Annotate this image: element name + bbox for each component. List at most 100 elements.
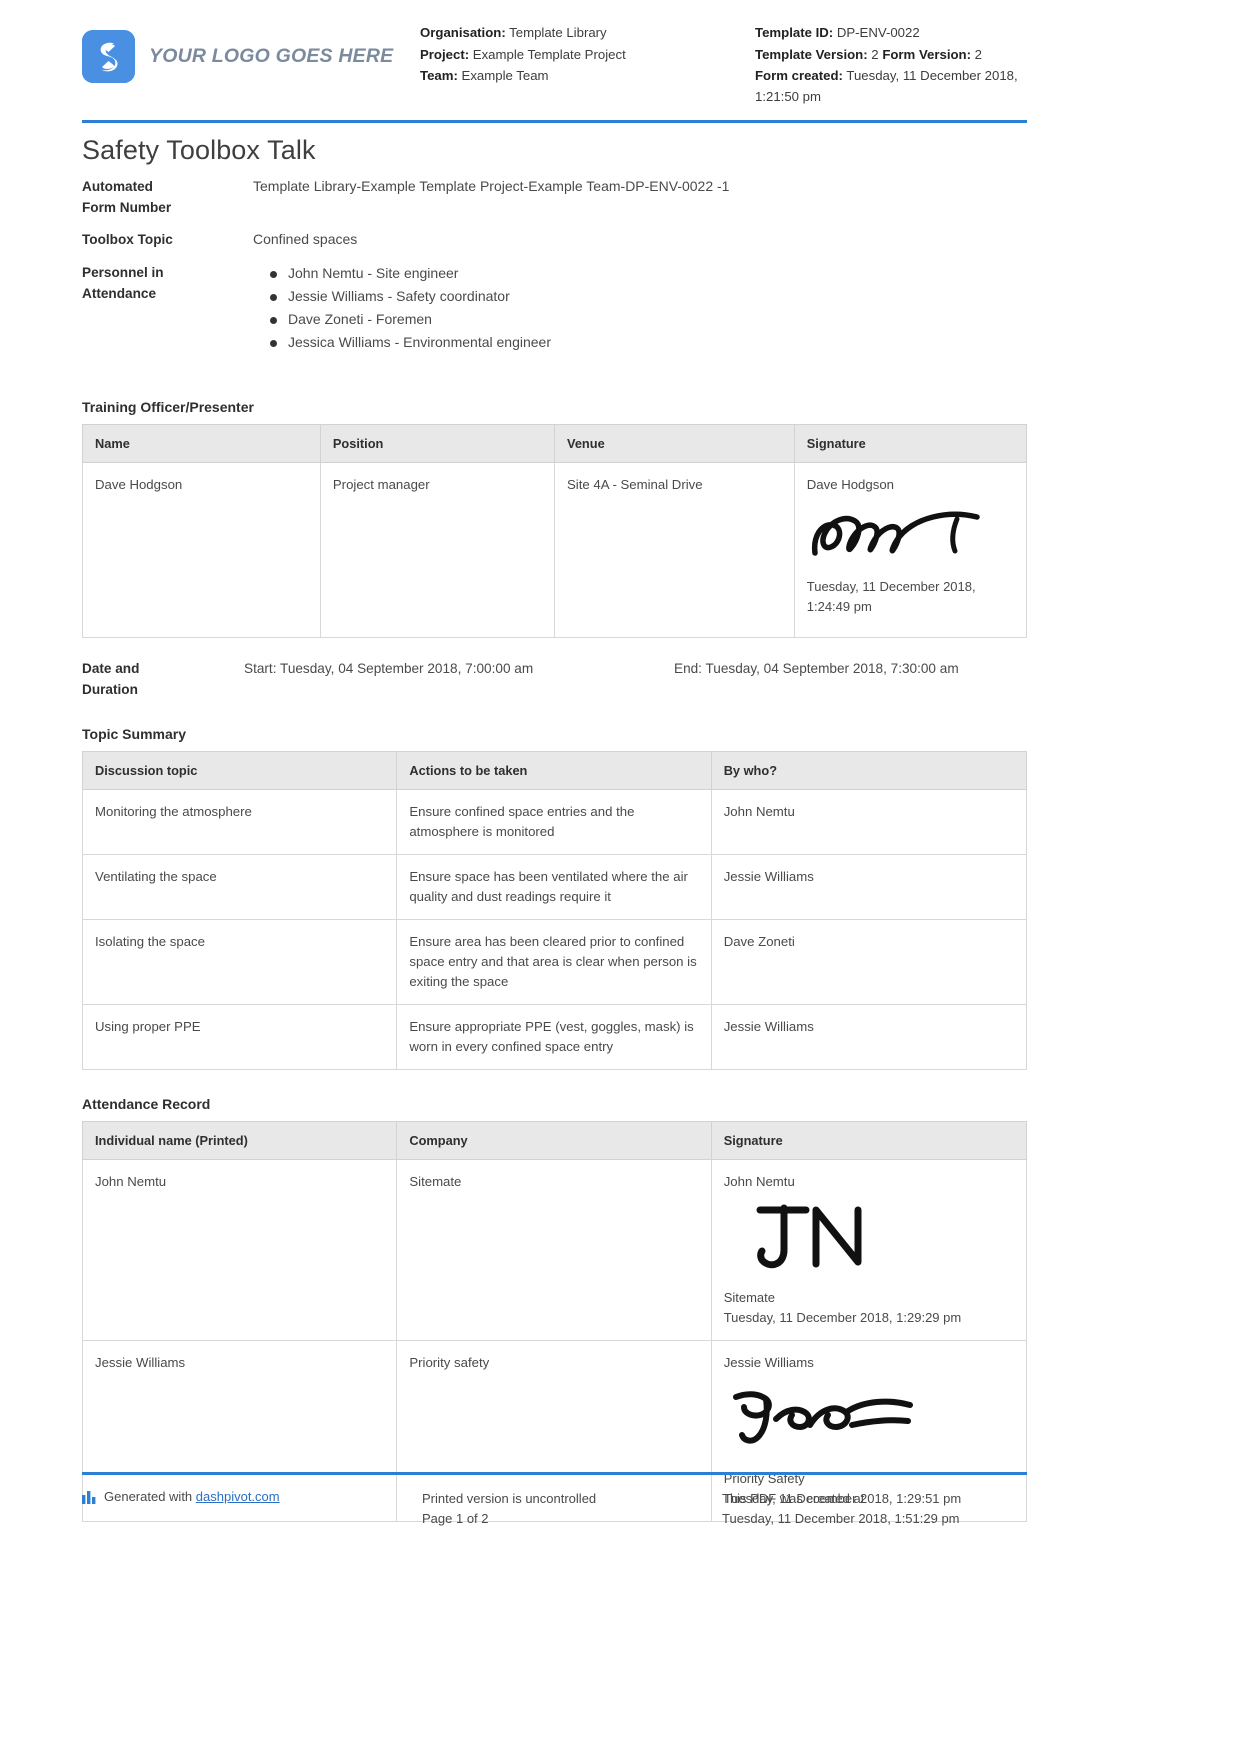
cell-action: Ensure area has been cleared prior to co… — [396, 918, 712, 1005]
table-row: Monitoring the atmosphere Ensure confine… — [81, 788, 1028, 855]
s-mark-logo-icon — [82, 30, 135, 83]
page-title: Safety Toolbox Talk — [82, 134, 316, 165]
column-header-individual-name: Individual name (Printed) — [81, 1120, 398, 1160]
footer-uncontrolled-text: Printed version is uncontrolled — [422, 1491, 597, 1506]
duration-label-line1: Date and — [82, 660, 140, 676]
project-label: Project: — [420, 46, 470, 62]
signature-name: John Nemtu — [723, 1173, 795, 1189]
cell-by-who: Dave Zoneti — [710, 918, 1028, 1005]
header-meta-left: Organisation: Template Library Project: … — [420, 22, 755, 87]
field-automated-form-number: Automated Form Number Template Library-E… — [82, 176, 1027, 218]
cell-discussion-topic: Using proper PPE — [81, 1003, 398, 1070]
column-header-venue: Venue — [553, 423, 795, 463]
cell-action: Ensure space has been ventilated where t… — [396, 853, 712, 920]
column-header-name: Name — [82, 423, 321, 463]
cell-discussion-topic: Monitoring the atmosphere — [81, 788, 398, 855]
column-header-discussion-topic: Discussion topic — [81, 750, 398, 790]
footer-created-label: This PDF was created at — [722, 1491, 865, 1506]
form-number-value: Template Library-Example Template Projec… — [253, 177, 730, 194]
logo-text: YOUR LOGO GOES HERE — [149, 45, 394, 67]
table-row: Ventilating the space Ensure space has b… — [81, 853, 1028, 920]
footer-generated-with: Generated with dashpivot.com — [82, 1489, 422, 1529]
organisation-value: Template Library — [509, 25, 607, 40]
team-value: Example Team — [461, 68, 549, 83]
signature-drawing — [724, 1198, 1014, 1278]
toolbox-topic-label: Toolbox Topic — [82, 231, 173, 247]
cell-by-who: Jessie Williams — [710, 853, 1028, 920]
table-header-row: Individual name (Printed) Company Signat… — [81, 1120, 1028, 1160]
form-created-time: 1:21:50 pm — [755, 88, 821, 104]
cell-position: Project manager — [319, 461, 555, 638]
signature-time: 1:24:49 pm — [806, 598, 872, 614]
team-line: Team: Example Team — [420, 65, 755, 87]
template-version-label: Template Version: — [755, 46, 868, 62]
cell-name: Dave Hodgson — [82, 461, 321, 638]
logo-block: YOUR LOGO GOES HERE — [82, 22, 420, 83]
signature-datetime: Tuesday, 11 December 2018, 1:29:29 pm — [723, 1309, 962, 1325]
cell-discussion-topic: Isolating the space — [81, 918, 398, 1005]
template-version-value: 2 — [871, 46, 879, 62]
personnel-list: John Nemtu - Site engineer Jessie Willia… — [250, 262, 1027, 354]
list-item: Jessie Williams - Safety coordinator — [270, 285, 1027, 308]
attendance-record-table: Individual name (Printed) Company Signat… — [81, 1120, 1028, 1522]
footer-created-info: This PDF was created at Tuesday, 11 Dece… — [722, 1489, 1027, 1529]
column-header-company: Company — [396, 1120, 712, 1160]
cell-by-who: Jessie Williams — [710, 1003, 1028, 1070]
table-header-row: Name Position Venue Signature — [82, 423, 1028, 463]
header-meta-right: Template ID: DP-ENV-0022 Template Versio… — [755, 22, 1027, 106]
dashpivot-link[interactable]: dashpivot.com — [196, 1489, 280, 1504]
team-label: Team: — [420, 68, 458, 83]
table-row: Dave Hodgson Project manager Site 4A - S… — [82, 461, 1028, 638]
field-toolbox-topic: Toolbox Topic Confined spaces — [82, 229, 1027, 250]
list-item: Dave Zoneti - Foremen — [270, 308, 1027, 331]
table-row: Using proper PPE Ensure appropriate PPE … — [81, 1003, 1028, 1070]
form-version-value: 2 — [974, 46, 982, 62]
project-line: Project: Example Template Project — [420, 44, 755, 66]
signature-drawing — [724, 1379, 1014, 1459]
column-header-signature: Signature — [793, 423, 1028, 463]
cell-action: Ensure confined space entries and the at… — [396, 788, 712, 855]
table-row: John Nemtu Sitemate John Nemtu Sitemate — [81, 1158, 1028, 1341]
header-divider — [82, 119, 1027, 123]
duration-label-line2: Duration — [82, 681, 138, 697]
signature-name: Jessie Williams — [723, 1354, 814, 1370]
bar-chart-icon — [82, 1490, 97, 1507]
cell-signature: Dave Hodgson Tuesday, 11 December 2018, … — [793, 461, 1028, 638]
form-number-label-line2: Form Number — [82, 199, 172, 215]
personnel-label-line2: Attendance — [82, 285, 157, 301]
form-created-value: Tuesday, 11 December 2018, — [846, 68, 1018, 83]
cell-signature: John Nemtu Sitemate Tuesday, 11 December… — [710, 1158, 1028, 1341]
training-officer-table: Name Position Venue Signature Dave Hodgs… — [82, 423, 1028, 638]
list-item: Jessica Williams - Environmental enginee… — [270, 331, 1027, 354]
topic-summary-table: Discussion topic Actions to be taken By … — [81, 750, 1028, 1070]
topic-summary-section-title: Topic Summary — [82, 725, 186, 742]
cell-individual-name: John Nemtu — [81, 1158, 398, 1341]
template-id-line: Template ID: DP-ENV-0022 — [755, 22, 1027, 44]
duration-end: End: Tuesday, 04 September 2018, 7:30:00… — [674, 660, 959, 676]
template-id-value: DP-ENV-0022 — [836, 25, 920, 40]
attendance-record-section-title: Attendance Record — [82, 1095, 211, 1112]
form-version-label: Form Version: — [882, 46, 971, 62]
personnel-label: Personnel in Attendance — [82, 262, 250, 354]
table-header-row: Discussion topic Actions to be taken By … — [81, 750, 1028, 790]
column-header-by-who: By who? — [710, 750, 1028, 790]
document-body: YOUR LOGO GOES HERE Organisation: Templa… — [81, 0, 1028, 1522]
signature-date: Tuesday, 11 December 2018, — [806, 578, 976, 594]
field-date-and-duration: Date and Duration Start: Tuesday, 04 Sep… — [82, 658, 1027, 700]
column-header-actions: Actions to be taken — [396, 750, 712, 790]
column-header-position: Position — [319, 423, 555, 463]
cell-company: Sitemate — [396, 1158, 712, 1341]
duration-label: Date and Duration — [82, 658, 244, 700]
form-created-label: Form created: — [755, 68, 843, 83]
form-created-line: Form created: Tuesday, 11 December 2018,… — [755, 65, 1027, 106]
organisation-line: Organisation: Template Library — [420, 22, 755, 44]
table-row: Isolating the space Ensure area has been… — [81, 918, 1028, 1005]
footer-created-value: Tuesday, 11 December 2018, 1:51:29 pm — [722, 1511, 960, 1526]
duration-start: Start: Tuesday, 04 September 2018, 7:00:… — [244, 660, 534, 676]
form-number-label: Automated Form Number — [82, 176, 250, 218]
list-item: John Nemtu - Site engineer — [270, 262, 1027, 285]
document-header: YOUR LOGO GOES HERE Organisation: Templa… — [82, 0, 1027, 106]
training-officer-section-title: Training Officer/Presenter — [82, 398, 254, 415]
cell-venue: Site 4A - Seminal Drive — [553, 461, 795, 638]
signature-name: Dave Hodgson — [806, 476, 894, 492]
